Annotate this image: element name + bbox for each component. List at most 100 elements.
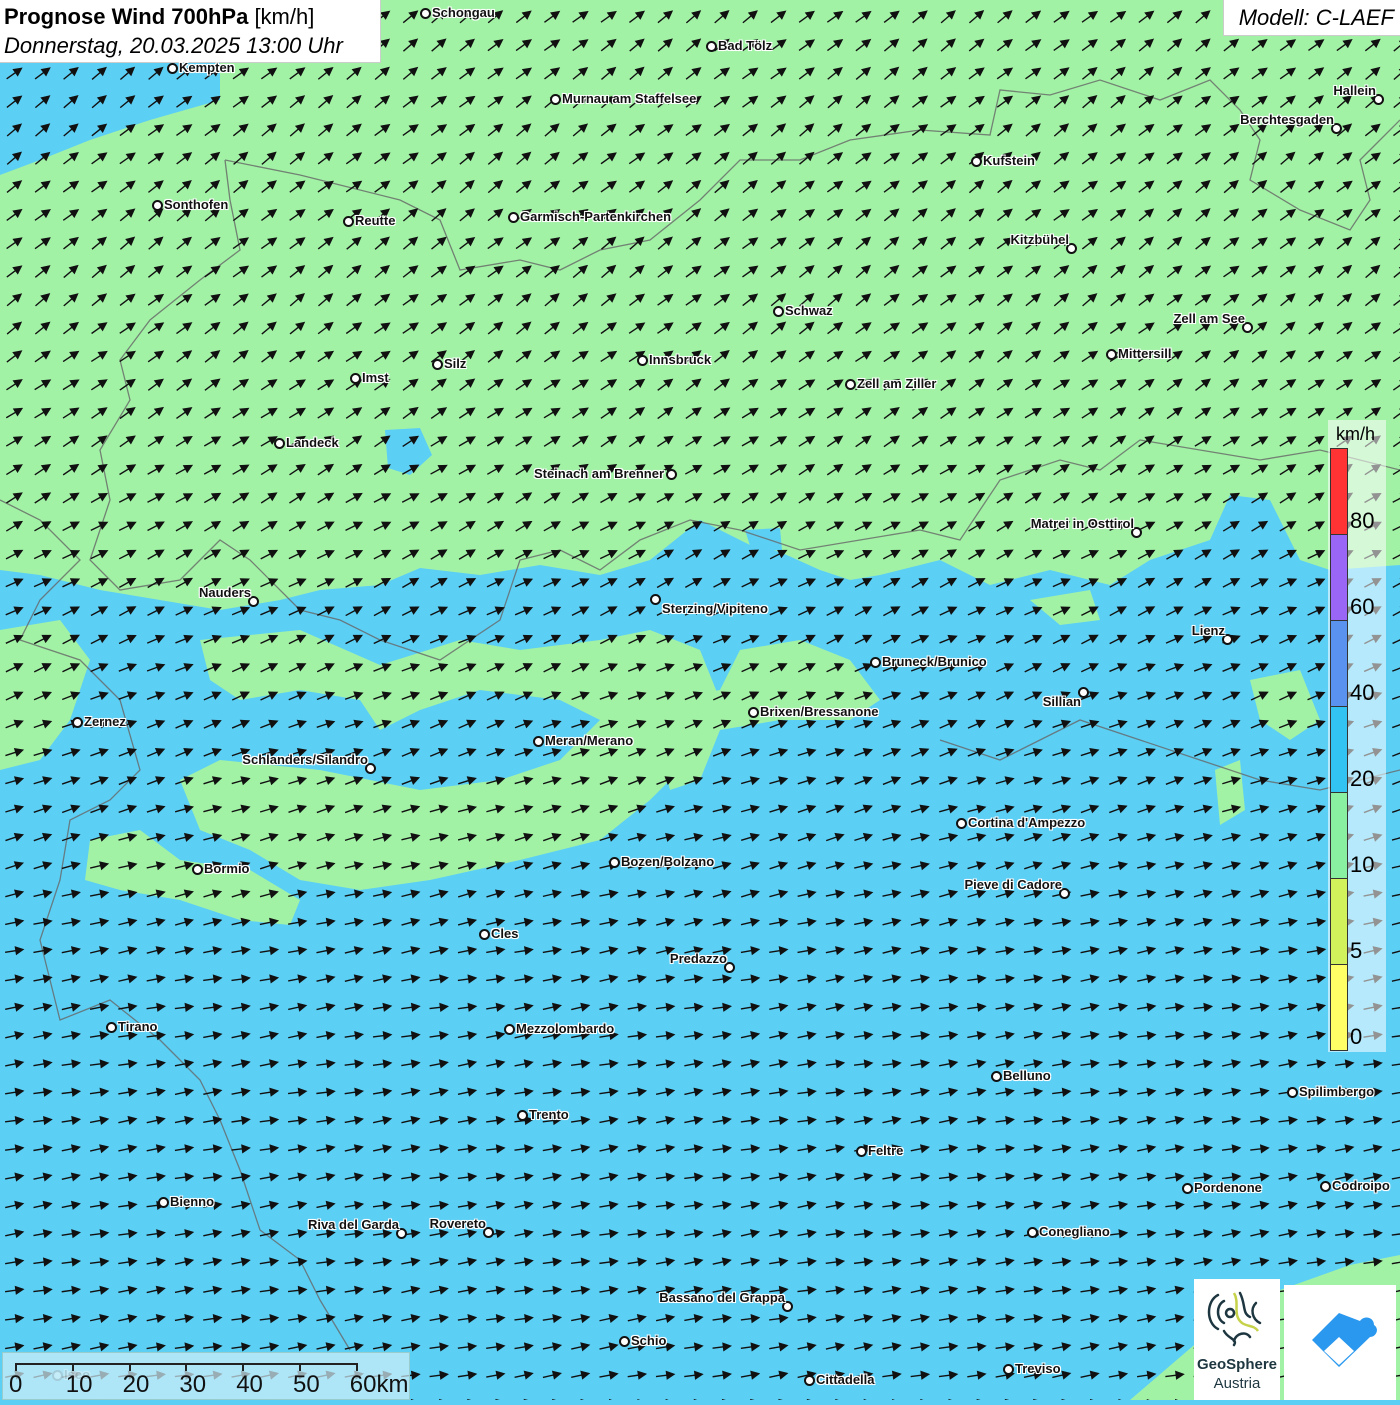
city-marker [508, 212, 519, 223]
city-label: Predazzo [669, 951, 727, 966]
city-label: Reutte [355, 213, 396, 228]
city-marker [479, 929, 490, 940]
title-main: Prognose Wind 700hPa [4, 4, 249, 29]
city-marker [1106, 349, 1117, 360]
city-marker [748, 707, 759, 718]
city-label: Bienno [170, 1194, 215, 1209]
city-marker [106, 1022, 117, 1033]
city-marker [609, 857, 620, 868]
forecast-datetime: Donnerstag, 20.03.2025 13:00 Uhr [4, 33, 343, 58]
city-marker [343, 216, 354, 227]
city-marker [1003, 1364, 1014, 1375]
title-unit: [km/h] [254, 4, 315, 29]
city-marker [845, 379, 856, 390]
city-label: Garmisch-Partenkirchen [520, 209, 672, 224]
city-marker [666, 469, 677, 480]
city-marker [804, 1375, 815, 1386]
scale-label: 30 [179, 1371, 207, 1398]
city-marker [517, 1110, 528, 1121]
city-label: Lienz [1191, 623, 1225, 638]
city-marker [1182, 1183, 1193, 1194]
city-label: Schwaz [785, 303, 833, 318]
model-label: Modell: C-LAEF [1238, 5, 1394, 30]
legend-swatch [1330, 792, 1348, 879]
city-label: Belluno [1003, 1068, 1051, 1083]
city-label: Cittadella [816, 1372, 875, 1387]
legend-swatch [1330, 964, 1348, 1051]
city-marker [773, 306, 784, 317]
city-label: Brixen/Bressanone [760, 704, 879, 719]
city-marker [956, 818, 967, 829]
city-marker [72, 717, 83, 728]
city-label: Conegliano [1039, 1224, 1110, 1239]
color-legend: km/h 80 60 40 20 10 5 0 [1328, 420, 1386, 1052]
geosphere-austria-logo[interactable]: GeoSphere Austria [1194, 1279, 1280, 1400]
city-label: Schongau [432, 5, 495, 20]
city-marker [870, 657, 881, 668]
city-label: Cles [491, 926, 519, 941]
logo-text-austria: Austria [1213, 1375, 1261, 1392]
logo-text-geosphere: GeoSphere [1196, 1356, 1278, 1373]
city-label: Treviso [1015, 1361, 1061, 1376]
scale-tick [128, 1363, 131, 1371]
city-label: Innsbruck [649, 352, 712, 367]
city-marker [432, 359, 443, 370]
scale-label: 60km [349, 1371, 409, 1398]
city-label: Mittersill [1118, 346, 1172, 361]
legend-swatch [1330, 448, 1348, 535]
city-label: Codroipo [1332, 1178, 1390, 1193]
scale-label: 40 [236, 1371, 263, 1398]
city-marker [619, 1336, 630, 1347]
city-marker [420, 8, 431, 19]
legend-label: 5 [1350, 938, 1363, 963]
legend-label: 10 [1350, 852, 1375, 877]
scale-tick [242, 1363, 245, 1371]
city-label: Murnau am Staffelsee [562, 91, 697, 106]
scale-tick [185, 1363, 188, 1371]
city-label: Feltre [868, 1143, 904, 1158]
scale-label: 50 [293, 1371, 320, 1398]
city-label: Kempten [179, 60, 235, 75]
legend-label: 80 [1350, 508, 1375, 533]
model-box: Modell: C-LAEF [1223, 0, 1400, 36]
city-label: Mezzolombardo [516, 1021, 615, 1036]
city-marker [650, 594, 661, 605]
legend-swatch [1330, 878, 1348, 965]
scale-tick [71, 1363, 74, 1371]
legend-unit: km/h [1336, 424, 1376, 444]
map-title-box: Prognose Wind 700hPa [km/h] Donnerstag, … [0, 0, 381, 63]
city-label: Kitzbühel [1010, 232, 1070, 247]
city-marker [550, 94, 561, 105]
city-label: Pordenone [1194, 1180, 1262, 1195]
legend-swatch [1330, 534, 1348, 621]
city-label: Trento [529, 1107, 569, 1122]
geosphere-contour-icon [1207, 1291, 1262, 1347]
city-marker [991, 1071, 1002, 1082]
city-marker [1287, 1087, 1298, 1098]
city-marker [533, 736, 544, 747]
city-label: Tirano [118, 1019, 158, 1034]
scale-label: 10 [65, 1371, 93, 1398]
city-label: Hallein [1333, 83, 1376, 98]
city-marker [637, 355, 648, 366]
city-label: Steinach am Brenner [533, 466, 664, 481]
weather-app-logo[interactable] [1284, 1285, 1396, 1400]
city-label: Silz [444, 356, 467, 371]
scale-tick [15, 1363, 17, 1371]
scale-label: 20 [122, 1371, 150, 1398]
city-marker [274, 438, 285, 449]
city-label: Rovereto [429, 1216, 486, 1231]
city-marker [350, 373, 361, 384]
city-label: Schio [631, 1333, 667, 1348]
city-label: Schlanders/Silandro [242, 752, 368, 767]
city-marker [856, 1146, 867, 1157]
legend-swatch [1330, 706, 1348, 793]
city-marker [706, 41, 717, 52]
city-label: Sterzing/Vipiteno [662, 601, 768, 616]
city-label: Cortina d'Ampezzo [968, 815, 1086, 830]
city-label: Bozen/Bolzano [621, 854, 715, 869]
city-label: Landeck [286, 435, 339, 450]
city-marker [971, 156, 982, 167]
city-marker [152, 200, 163, 211]
city-label: Nauders [198, 585, 251, 600]
